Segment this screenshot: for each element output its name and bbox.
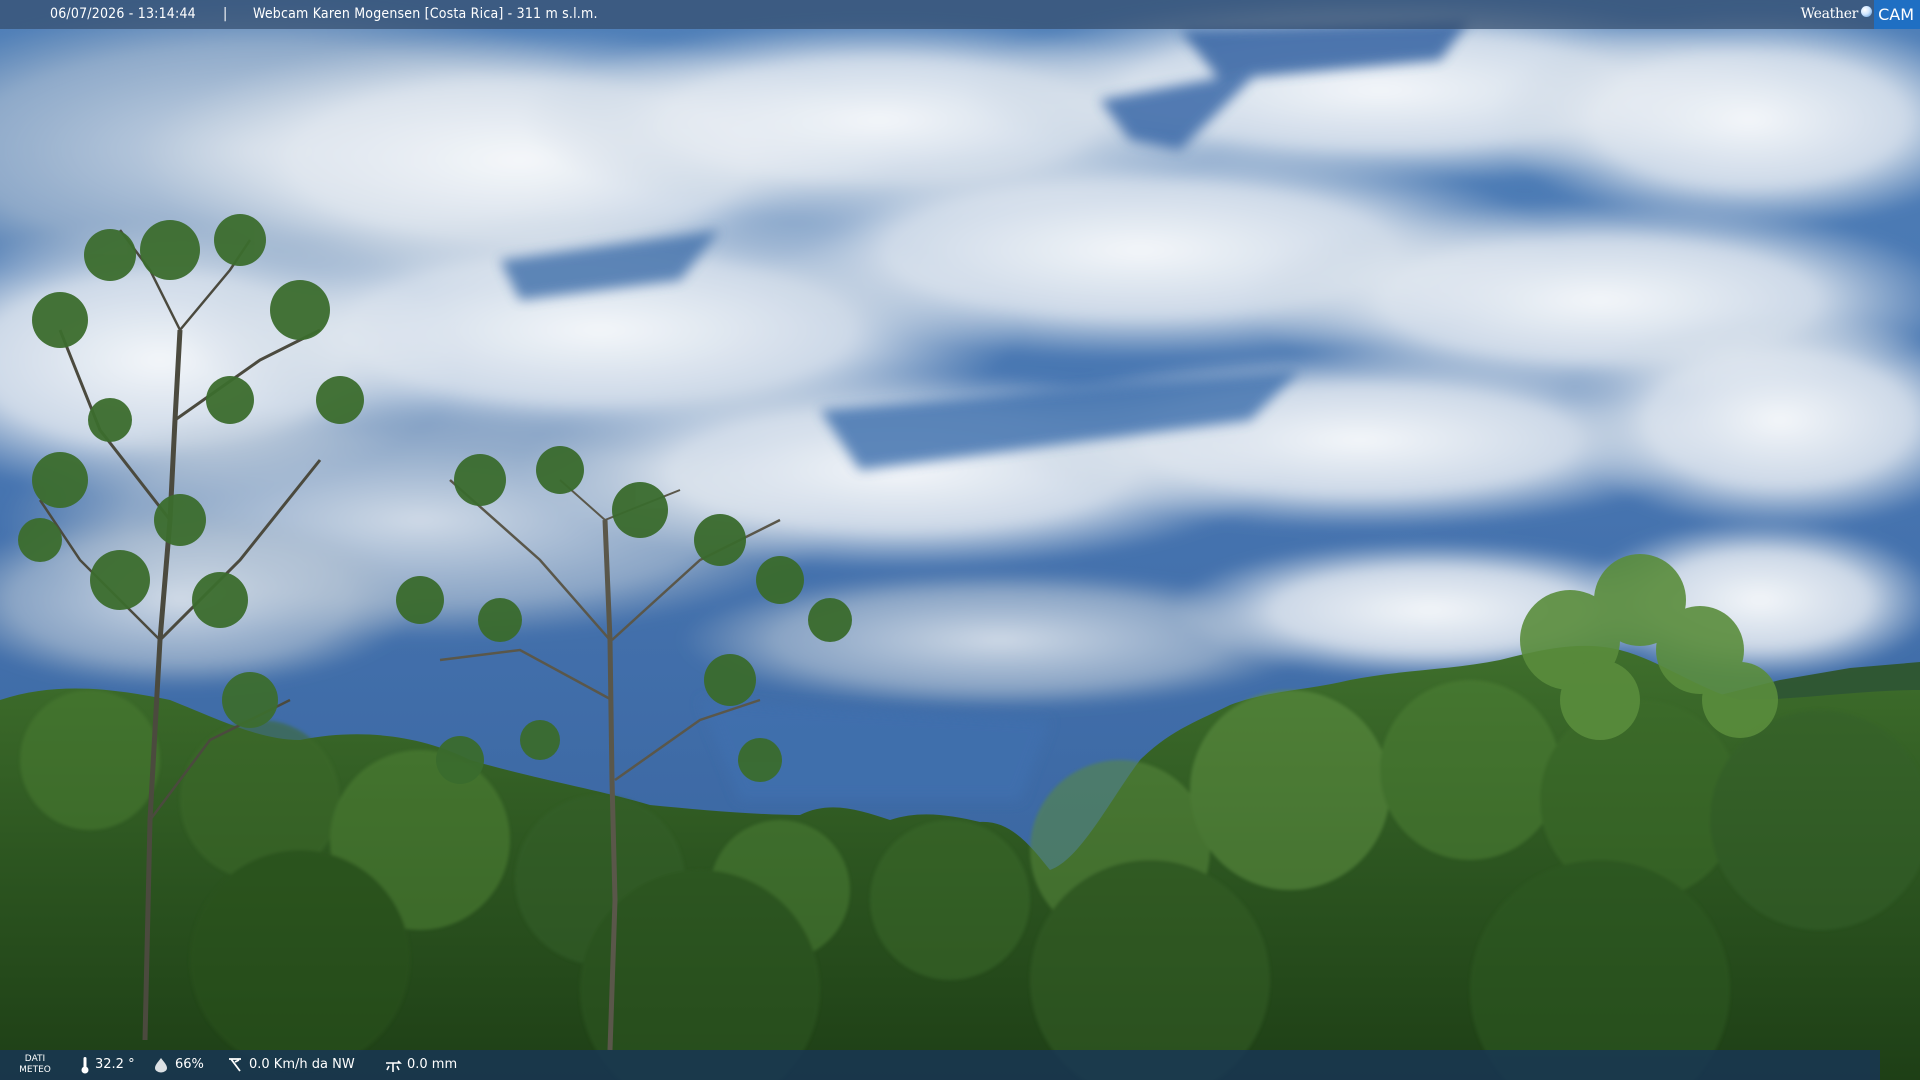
rain-gauge-icon bbox=[386, 1060, 402, 1072]
logo-cam-text: CAM bbox=[1874, 0, 1920, 29]
webcam-frame: 06/07/2026 - 13:14:44 | Webcam Karen Mog… bbox=[0, 0, 1920, 1080]
weather-data-label: DATI METEO bbox=[19, 1054, 51, 1075]
logo-weather-text: Weather bbox=[1800, 6, 1859, 22]
sun-icon bbox=[1861, 6, 1873, 17]
timestamp: 06/07/2026 - 13:14:44 bbox=[50, 6, 196, 22]
weather-data-bar: DATI METEO 32.2 ° 66% 0.0 Km/h da NW 0.0… bbox=[0, 1050, 1880, 1080]
wind-reading: 0.0 Km/h da NW bbox=[226, 1050, 355, 1080]
humidity-drop-icon bbox=[155, 1058, 167, 1073]
wind-vane-icon bbox=[229, 1058, 241, 1072]
webcam-image bbox=[0, 0, 1920, 1080]
rain-reading: 0.0 mm bbox=[384, 1050, 457, 1080]
thermometer-icon bbox=[81, 1057, 89, 1074]
webcam-title: Webcam Karen Mogensen [Costa Rica] - 311… bbox=[253, 6, 598, 22]
rain-value: 0.0 mm bbox=[407, 1057, 458, 1072]
wind-value: 0.0 Km/h da NW bbox=[249, 1057, 355, 1072]
weathercam-logo: Weather CAM bbox=[1801, 0, 1920, 29]
temperature-value: 32.2 ° bbox=[95, 1057, 135, 1072]
info-top-bar: 06/07/2026 - 13:14:44 | Webcam Karen Mog… bbox=[0, 0, 1920, 29]
humidity-value: 66% bbox=[175, 1057, 204, 1072]
temperature-reading: 32.2 ° bbox=[80, 1050, 135, 1080]
separator: | bbox=[223, 6, 228, 22]
humidity-reading: 66% bbox=[152, 1050, 204, 1080]
